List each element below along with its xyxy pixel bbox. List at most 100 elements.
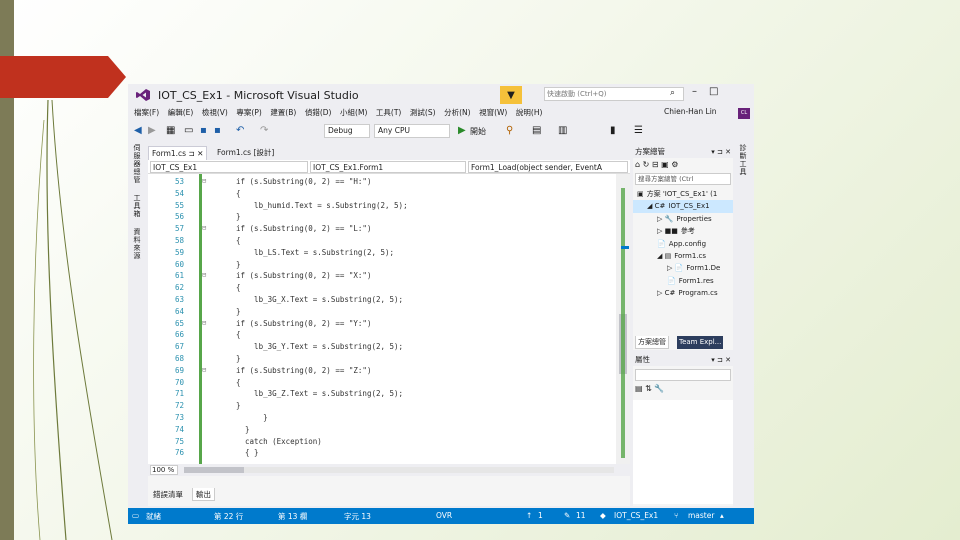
status-branch[interactable]: master xyxy=(688,511,714,520)
zoom-select[interactable]: 100 % xyxy=(150,465,178,475)
tab-error-list[interactable]: 錯誤清單 xyxy=(150,488,186,501)
code-line[interactable]: 56} xyxy=(148,212,630,224)
code-line[interactable]: 53 ⊟ if (s.Substring(0, 2) == "H:") xyxy=(148,177,630,189)
data-sources-tab[interactable]: 資料來源 xyxy=(132,228,142,260)
notification-filter-icon[interactable]: ▼ xyxy=(500,86,522,104)
menu-file[interactable]: 檔案(F) xyxy=(134,106,159,120)
repo-icon[interactable]: ◆ xyxy=(600,511,606,520)
status-repo[interactable]: IOT_CS_Ex1 xyxy=(614,511,658,520)
platform-select[interactable]: Any CPU xyxy=(374,124,450,138)
quick-launch-input[interactable]: 快速啟動 (Ctrl+Q) xyxy=(544,87,684,101)
new-project-icon[interactable]: ▦ xyxy=(166,125,175,136)
code-line[interactable]: 65 ⊟ if (s.Substring(0, 2) == "Y:") xyxy=(148,319,630,331)
menu-project[interactable]: 專案(P) xyxy=(236,106,261,120)
code-line[interactable]: 63 lb_3G_X.Text = s.Substring(2, 5); xyxy=(148,295,630,307)
user-name[interactable]: Chien-Han Lin xyxy=(664,107,717,116)
configuration-select[interactable]: Debug xyxy=(324,124,370,138)
properties-object-select[interactable] xyxy=(635,369,731,381)
branch-up-icon[interactable]: ▴ xyxy=(720,511,724,520)
code-editor[interactable]: 53 ⊟ if (s.Substring(0, 2) == "H:") 54 {55 l… xyxy=(148,174,630,464)
solution-tree-node[interactable]: ▷ C# Program.cs xyxy=(633,287,733,299)
collapse-icon[interactable]: ⊟ xyxy=(652,160,659,169)
toolbar-columns-icon[interactable]: ▥ xyxy=(558,125,567,136)
solution-tree-node[interactable]: ◢ C# IOT_CS_Ex1 xyxy=(633,200,733,213)
user-avatar[interactable]: CL xyxy=(738,108,750,119)
solution-tree-node[interactable]: ▷ 🔧 Properties xyxy=(633,213,733,225)
code-line[interactable]: 76 { } xyxy=(148,448,630,460)
solution-search-input[interactable]: 搜尋方案總管 (Ctrl xyxy=(635,173,731,185)
code-line[interactable]: 74 } xyxy=(148,425,630,437)
start-button-label[interactable]: 開始 xyxy=(470,126,486,137)
code-line[interactable]: 60} xyxy=(148,260,630,272)
menu-team[interactable]: 小組(M) xyxy=(340,106,367,120)
sol-settings-icon[interactable]: ⚙ xyxy=(671,160,678,169)
find-icon[interactable]: ⚲ xyxy=(506,125,513,136)
fold-toggle-icon[interactable]: ⊟ xyxy=(202,366,206,374)
pencil-icon[interactable]: ✎ xyxy=(564,511,570,520)
start-icon[interactable]: ▶ xyxy=(458,125,466,136)
window-controls[interactable]: –□ xyxy=(692,86,730,97)
menu-view[interactable]: 檢視(V) xyxy=(202,106,228,120)
show-files-icon[interactable]: ▣ xyxy=(661,160,669,169)
menu-edit[interactable]: 編輯(E) xyxy=(168,106,194,120)
code-line[interactable]: 73 } xyxy=(148,413,630,425)
diagnostic-tools-tab[interactable]: 診斷工具 xyxy=(738,144,748,176)
tab-form1-cs[interactable]: Form1.cs ⊐ ✕ xyxy=(148,146,208,160)
save-all-icon[interactable]: ▪ xyxy=(214,125,221,136)
code-line[interactable]: 69 ⊟ if (s.Substring(0, 2) == "Z:") xyxy=(148,366,630,378)
code-line[interactable]: 64} xyxy=(148,307,630,319)
tab-form1-design[interactable]: Form1.cs [設計] xyxy=(214,146,277,160)
categorized-icon[interactable]: ▤ xyxy=(635,384,643,393)
status-pencil-count[interactable]: 11 xyxy=(576,511,586,520)
home-icon[interactable]: ⌂ xyxy=(635,160,640,169)
property-pages-icon[interactable]: 🔧 xyxy=(654,384,664,393)
solution-tree-node[interactable]: ▷ 📄 Form1.De xyxy=(633,262,733,274)
code-line[interactable]: 70 { xyxy=(148,378,630,390)
menu-analyze[interactable]: 分析(N) xyxy=(444,106,470,120)
refresh-icon[interactable]: ↻ xyxy=(643,160,650,169)
solution-tree-node[interactable]: ▣ 方案 'IOT_CS_Ex1' (1 xyxy=(633,188,733,200)
code-line[interactable]: 71 lb_3G_Z.Text = s.Substring(2, 5); xyxy=(148,389,630,401)
code-line[interactable]: 54 { xyxy=(148,189,630,201)
code-line[interactable]: 66 { xyxy=(148,330,630,342)
code-line[interactable]: 62 { xyxy=(148,283,630,295)
solution-tree-node[interactable]: 📄 App.config xyxy=(633,238,733,250)
fold-toggle-icon[interactable]: ⊟ xyxy=(202,224,206,232)
code-line[interactable]: 67 lb_3G_Y.Text = s.Substring(2, 5); xyxy=(148,342,630,354)
undo-icon[interactable]: ↶ xyxy=(236,125,244,136)
solution-tree-node[interactable]: 📄 Form1.res xyxy=(633,275,733,287)
member-dropdown[interactable]: Form1_Load(object sender, EventA xyxy=(468,161,628,173)
tab-close-icon[interactable]: ⊐ ✕ xyxy=(188,149,203,158)
code-line[interactable]: 55 lb_humid.Text = s.Substring(2, 5); xyxy=(148,201,630,213)
fold-toggle-icon[interactable]: ⊟ xyxy=(202,177,206,185)
solution-tree-node[interactable]: ▷ ■■ 參考 xyxy=(633,225,733,237)
panel-pin-close-icon[interactable]: ▾ ⊐ ✕ xyxy=(711,146,731,158)
open-folder-icon[interactable]: ▭ xyxy=(184,125,193,136)
fold-toggle-icon[interactable]: ⊟ xyxy=(202,319,206,327)
bookmark-icon[interactable]: ▮ xyxy=(610,125,616,136)
tab-team-explorer[interactable]: Team Expl... xyxy=(677,336,724,349)
menu-debug[interactable]: 偵錯(D) xyxy=(305,106,332,120)
branch-icon[interactable]: ⑂ xyxy=(674,511,679,520)
code-line[interactable]: 72} xyxy=(148,401,630,413)
solution-tree-node[interactable]: ◢ ▤ Form1.cs xyxy=(633,250,733,262)
back-icon[interactable]: ◀ xyxy=(134,125,142,136)
menu-build[interactable]: 建置(B) xyxy=(270,106,296,120)
minimize-button[interactable]: – xyxy=(692,86,709,97)
maximize-button[interactable]: □ xyxy=(709,86,730,97)
horizontal-scrollbar-thumb[interactable] xyxy=(184,467,244,473)
code-line[interactable]: 75 catch (Exception) xyxy=(148,437,630,449)
properties-pin-close-icon[interactable]: ▾ ⊐ ✕ xyxy=(711,354,731,366)
code-line[interactable]: 59 lb_LS.Text = s.Substring(2, 5); xyxy=(148,248,630,260)
forward-icon[interactable]: ▶ xyxy=(148,125,156,136)
tab-output[interactable]: 輸出 xyxy=(192,488,215,501)
redo-icon[interactable]: ↷ xyxy=(260,125,268,136)
push-icon[interactable]: ↑ xyxy=(526,511,532,520)
alphabetical-icon[interactable]: ⇅ xyxy=(645,384,652,393)
menu-window[interactable]: 視窗(W) xyxy=(479,106,507,120)
toolbox-tab[interactable]: 工具箱 xyxy=(132,194,142,218)
project-dropdown[interactable]: IOT_CS_Ex1 xyxy=(150,161,308,173)
menu-help[interactable]: 說明(H) xyxy=(516,106,543,120)
code-line[interactable]: 68} xyxy=(148,354,630,366)
status-push-count[interactable]: 1 xyxy=(538,511,543,520)
